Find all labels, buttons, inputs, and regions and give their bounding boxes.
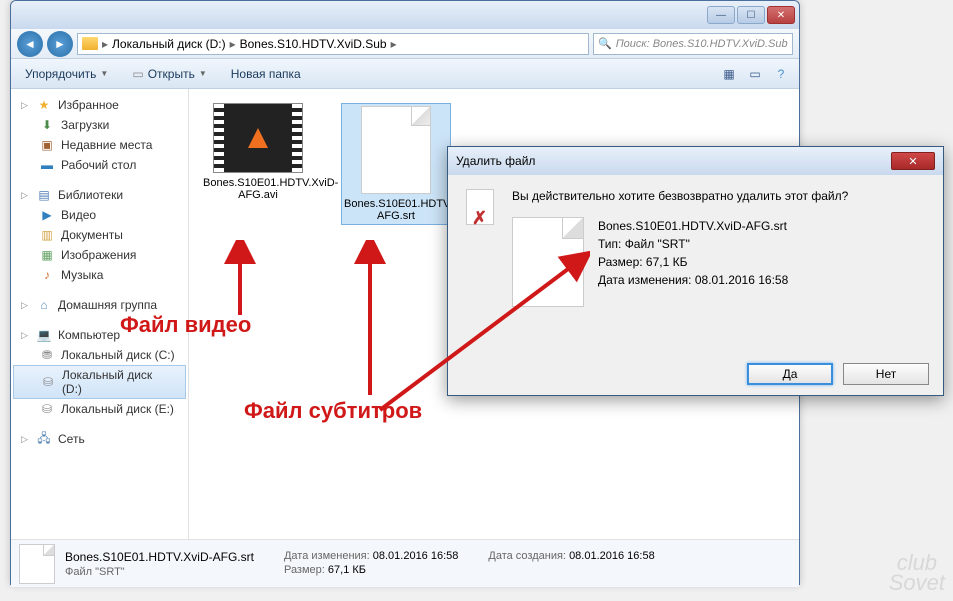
sidebar: ▷★Избранное ⬇Загрузки ▣Недавние места ▬Р…	[11, 89, 189, 539]
folder-icon	[82, 37, 98, 50]
sidebar-item-video[interactable]: ▶Видео	[11, 205, 188, 225]
breadcrumb[interactable]: ▸ Локальный диск (D:) ▸ Bones.S10.HDTV.X…	[77, 33, 589, 55]
file-name: Bones.S10E01.HDTV.XviD-AFG.srt	[344, 198, 448, 222]
details-filename: Bones.S10E01.HDTV.XviD-AFG.srt	[65, 550, 254, 564]
sidebar-network[interactable]: ▷🖧Сеть	[11, 429, 188, 449]
search-icon: 🔍	[598, 37, 612, 50]
dialog-file-info: Bones.S10E01.HDTV.XviD-AFG.srt Тип: Файл…	[598, 217, 788, 307]
sidebar-item-drive-e[interactable]: ⛁Локальный диск (E:)	[11, 399, 188, 419]
sidebar-item-recent[interactable]: ▣Недавние места	[11, 135, 188, 155]
yes-button[interactable]: Да	[747, 363, 833, 385]
organize-button[interactable]: Упорядочить▼	[19, 65, 114, 83]
watermark: club Sovet	[889, 553, 945, 593]
breadcrumb-folder[interactable]: Bones.S10.HDTV.XviD.Sub	[240, 37, 387, 51]
close-button[interactable]: ✕	[767, 6, 795, 24]
delete-warning-icon: ✗	[466, 189, 498, 229]
file-video[interactable]: Bones.S10E01.HDTV.XviD-AFG.avi	[203, 103, 313, 201]
details-filetype: Файл "SRT"	[65, 566, 254, 578]
sidebar-item-drive-c[interactable]: ⛃Локальный диск (C:)	[11, 345, 188, 365]
file-name: Bones.S10E01.HDTV.XviD-AFG.avi	[203, 177, 313, 201]
sidebar-item-documents[interactable]: ▥Документы	[11, 225, 188, 245]
search-input[interactable]: 🔍 Поиск: Bones.S10.HDTV.XviD.Sub	[593, 33, 793, 55]
sidebar-item-music[interactable]: ♪Музыка	[11, 265, 188, 285]
sidebar-favorites[interactable]: ▷★Избранное	[11, 95, 188, 115]
sidebar-libraries[interactable]: ▷▤Библиотеки	[11, 185, 188, 205]
file-icon	[361, 106, 431, 194]
new-folder-button[interactable]: Новая папка	[225, 65, 307, 83]
forward-button[interactable]: ►	[47, 31, 73, 57]
details-pane: Bones.S10E01.HDTV.XviD-AFG.srt Файл "SRT…	[11, 539, 799, 587]
dialog-title: Удалить файл	[456, 154, 535, 168]
help-button[interactable]: ?	[771, 64, 791, 84]
preview-button[interactable]: ▭	[745, 64, 765, 84]
sidebar-computer[interactable]: ▷💻Компьютер	[11, 325, 188, 345]
sidebar-item-downloads[interactable]: ⬇Загрузки	[11, 115, 188, 135]
nav-bar: ◄ ► ▸ Локальный диск (D:) ▸ Bones.S10.HD…	[11, 29, 799, 59]
video-thumbnail-icon	[213, 103, 303, 173]
back-button[interactable]: ◄	[17, 31, 43, 57]
maximize-button[interactable]: ☐	[737, 6, 765, 24]
sidebar-item-pictures[interactable]: ▦Изображения	[11, 245, 188, 265]
file-icon	[512, 217, 584, 307]
minimize-button[interactable]: —	[707, 6, 735, 24]
dialog-close-button[interactable]: ✕	[891, 152, 935, 170]
delete-dialog: Удалить файл ✕ ✗ Вы действительно хотите…	[447, 146, 944, 396]
file-icon	[19, 544, 55, 584]
toolbar: Упорядочить▼ ▭Открыть▼ Новая папка ▦ ▭ ?	[11, 59, 799, 89]
sidebar-homegroup[interactable]: ▷⌂Домашняя группа	[11, 295, 188, 315]
sidebar-item-drive-d[interactable]: ⛁Локальный диск (D:)	[13, 365, 186, 399]
title-bar[interactable]: — ☐ ✕	[11, 1, 799, 29]
view-button[interactable]: ▦	[719, 64, 739, 84]
dialog-title-bar[interactable]: Удалить файл ✕	[448, 147, 943, 175]
dialog-message: Вы действительно хотите безвозвратно уда…	[512, 189, 925, 203]
breadcrumb-drive[interactable]: Локальный диск (D:)	[112, 37, 226, 51]
sidebar-item-desktop[interactable]: ▬Рабочий стол	[11, 155, 188, 175]
file-subtitle[interactable]: Bones.S10E01.HDTV.XviD-AFG.srt	[341, 103, 451, 225]
no-button[interactable]: Нет	[843, 363, 929, 385]
open-button[interactable]: ▭Открыть▼	[126, 65, 212, 83]
